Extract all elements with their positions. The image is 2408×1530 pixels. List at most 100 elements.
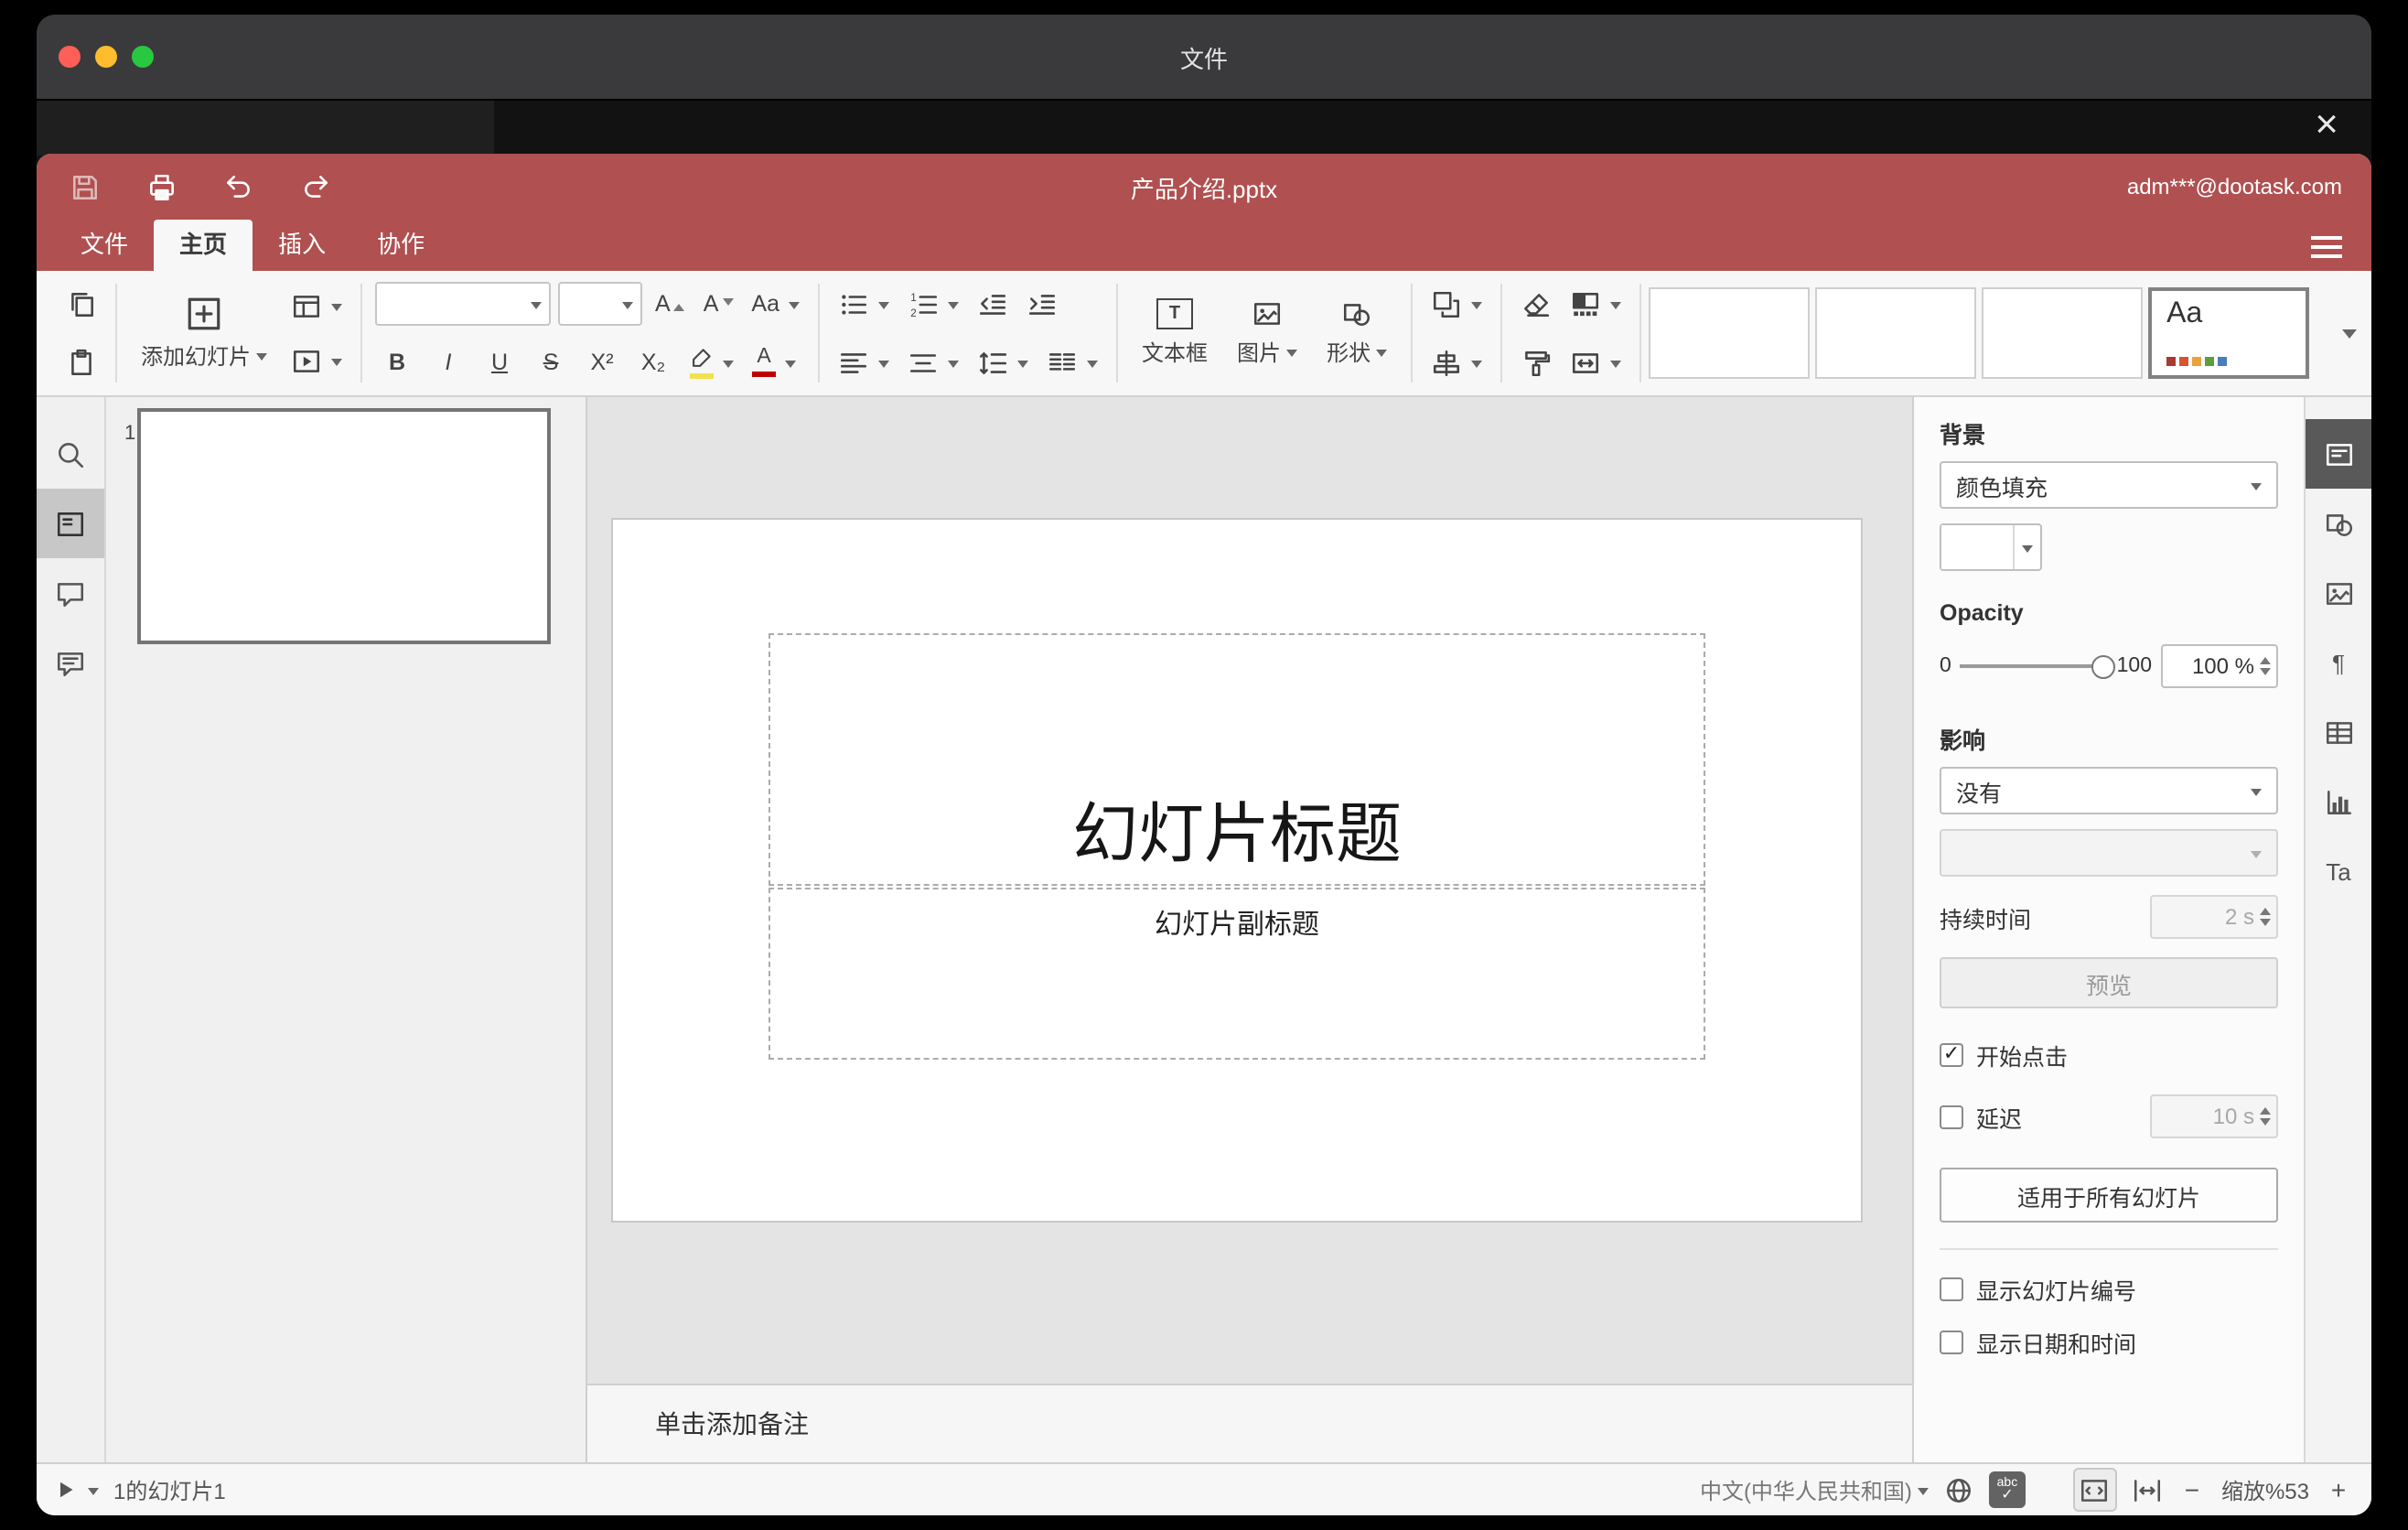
undo-button[interactable] [223,171,254,202]
theme-tile-blank-3[interactable] [1982,287,2144,379]
bullets-button[interactable] [833,282,895,326]
arrange-shapes-button[interactable] [1425,282,1488,326]
clear-style-button[interactable] [1515,282,1557,326]
duration-spinner[interactable]: 2 s [2150,895,2278,939]
copy-style-button[interactable] [1515,340,1557,384]
change-layout-button[interactable] [285,284,348,328]
theme-tile-blank-2[interactable] [1815,287,1977,379]
font-color-button[interactable]: A [747,340,801,384]
vertical-align-button[interactable] [902,340,964,384]
document-language-button[interactable] [1943,1474,1974,1505]
save-button[interactable] [70,171,101,202]
apply-to-all-button[interactable]: 适用于所有幻灯片 [1940,1168,2278,1223]
redo-button[interactable] [300,171,331,202]
paste-button[interactable] [60,340,102,384]
fill-type-select[interactable]: 颜色填充 [1940,461,2278,509]
spin-up-icon[interactable] [2260,902,2271,915]
show-date-time-checkbox[interactable]: ✓ 显示日期和时间 [1940,1325,2278,1360]
subscript-button[interactable]: X₂ [631,340,675,384]
italic-button[interactable]: I [426,340,470,384]
opacity-spinner[interactable]: 100 % [2161,644,2278,688]
print-button[interactable] [146,171,177,202]
minimize-window-button[interactable] [95,46,117,68]
decrease-font-button[interactable]: A [698,282,739,326]
slider-knob[interactable] [2091,654,2115,678]
spin-up-icon[interactable] [2260,1102,2271,1115]
tab-file[interactable]: 文件 [55,220,154,271]
slide[interactable]: 幻灯片标题 幻灯片副标题 [613,520,1861,1221]
shape-settings-button[interactable] [2306,489,2371,558]
font-name-combo[interactable] [375,282,552,326]
search-button[interactable] [37,419,104,489]
spin-down-icon[interactable] [2260,919,2271,932]
underline-button[interactable]: U [478,340,521,384]
insert-image-button[interactable]: 图片 [1226,298,1308,368]
table-settings-button[interactable] [2306,697,2371,767]
close-icon[interactable]: × [2315,97,2338,152]
color-scheme-button[interactable] [1564,282,1627,326]
tab-home[interactable]: 主页 [154,220,253,271]
textart-settings-button[interactable]: Ta [2306,836,2371,906]
delay-checkbox[interactable]: ✓ 延迟 10 s [1940,1094,2278,1138]
fit-to-slide-button[interactable] [2072,1468,2117,1512]
language-select[interactable]: 中文(中华人民共和国) [1700,1474,1929,1505]
slides-panel-button[interactable] [37,489,104,558]
insert-textbox-button[interactable]: T 文本框 [1131,298,1219,368]
insert-group: T 文本框 图片 形状 [1118,271,1411,395]
comments-panel-button[interactable] [37,558,104,628]
title-placeholder[interactable]: 幻灯片标题 [769,633,1705,886]
tab-collaboration[interactable]: 协作 [351,220,450,271]
font-size-combo[interactable] [558,282,643,326]
close-window-button[interactable] [59,46,81,68]
decrease-indent-button[interactable] [972,282,1014,326]
subtitle-placeholder[interactable]: 幻灯片副标题 [769,888,1705,1060]
increase-indent-button[interactable] [1021,282,1063,326]
menu-icon[interactable] [2311,236,2342,258]
theme-gallery-expand-button[interactable] [2329,325,2364,341]
notes-area[interactable]: 单击添加备注 [587,1384,1912,1462]
image-settings-button[interactable] [2306,558,2371,628]
tab-insert[interactable]: 插入 [253,220,351,271]
horizontal-align-button[interactable] [833,340,895,384]
effect-select[interactable]: 没有 [1940,767,2278,814]
chart-settings-button[interactable] [2306,767,2371,836]
delay-spinner[interactable]: 10 s [2150,1094,2278,1138]
superscript-button[interactable]: X² [580,340,624,384]
theme-tile-blank-1[interactable] [1649,287,1811,379]
opacity-slider[interactable] [1960,654,2115,678]
paragraph-settings-button[interactable]: ¶ [2306,628,2371,697]
fit-to-width-button[interactable] [2132,1474,2163,1505]
copy-button[interactable] [60,282,102,326]
columns-button[interactable] [1041,340,1103,384]
zoom-window-button[interactable] [132,46,154,68]
start-on-click-checkbox[interactable]: ✓ 开始点击 [1940,1038,2278,1072]
align-shapes-button[interactable] [1425,340,1488,384]
strikethrough-button[interactable]: S [529,340,573,384]
show-slide-number-checkbox[interactable]: ✓ 显示幻灯片编号 [1940,1272,2278,1307]
chat-panel-button[interactable] [37,628,104,697]
fill-color-picker[interactable] [1940,523,2042,571]
bold-button[interactable]: B [375,340,419,384]
numbering-button[interactable] [902,282,964,326]
line-spacing-button[interactable] [972,340,1034,384]
zoom-out-button[interactable]: − [2177,1475,2207,1504]
spell-check-button[interactable]: abc ✓ [1988,1471,2026,1508]
slide-settings-button[interactable] [2306,419,2371,489]
zoom-in-button[interactable]: + [2324,1475,2353,1504]
slide-thumbnail[interactable] [137,408,551,644]
start-slideshow-status-button[interactable] [55,1479,99,1501]
change-case-button[interactable]: Aa [746,282,805,326]
highlight-color-button[interactable] [683,340,739,384]
spin-down-icon[interactable] [2260,1118,2271,1131]
increase-font-button[interactable]: A [650,282,691,326]
spin-down-icon[interactable] [2260,668,2271,681]
effect-option-select[interactable] [1940,829,2278,877]
start-on-click-label: 开始点击 [1976,1045,2069,1071]
slide-size-button[interactable] [1564,340,1627,384]
spin-up-icon[interactable] [2260,652,2271,664]
theme-tile-selected[interactable]: Aa [2148,287,2310,379]
start-slideshow-button[interactable] [285,339,348,382]
preview-button[interactable]: 预览 [1940,957,2278,1008]
insert-shape-button[interactable]: 形状 [1316,298,1398,368]
add-slide-button[interactable]: 添加幻灯片 [130,295,278,372]
